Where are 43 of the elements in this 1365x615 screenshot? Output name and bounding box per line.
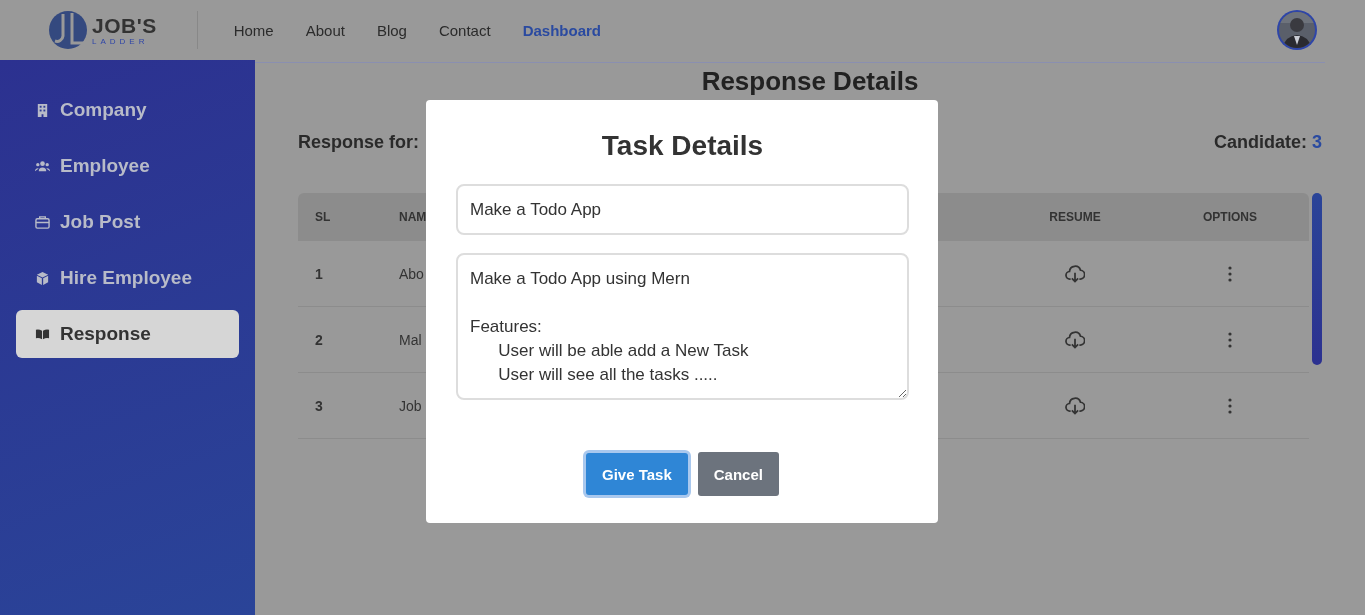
table-cell: Job: [399, 397, 422, 414]
scrollbar[interactable]: [1312, 193, 1322, 365]
table-cell-text: 3: [314, 397, 324, 414]
briefcase-icon: [35, 214, 50, 230]
column-header: SL: [315, 210, 331, 224]
candidate-count: 3: [1312, 132, 1322, 152]
nav-link[interactable]: Home: [233, 21, 274, 39]
more-options-icon[interactable]: [1228, 397, 1232, 414]
nav-link[interactable]: Blog: [376, 21, 407, 39]
table-cell: Mal: [399, 331, 422, 348]
logo-icon: [48, 10, 88, 50]
sidebar-item[interactable]: Job Post: [16, 198, 239, 246]
cloud-download-icon[interactable]: [1065, 329, 1085, 350]
sidebar-item[interactable]: Employee: [16, 142, 239, 190]
cube-icon: [35, 270, 50, 286]
table-cell-text: 1: [314, 265, 324, 282]
cloud-download-icon[interactable]: [1065, 263, 1085, 284]
more-options-icon[interactable]: [1228, 331, 1232, 348]
sidebar-item[interactable]: Company: [16, 86, 239, 134]
dialog-title: Task Details: [600, 130, 765, 162]
sidebar-item[interactable]: Hire Employee: [16, 254, 239, 302]
column-header: NAM: [399, 210, 427, 224]
page-title: Response Details: [700, 66, 920, 98]
nav-link[interactable]: Contact: [438, 21, 491, 39]
candidate-label: Candidate:: [1213, 132, 1307, 152]
logo-subtitle: LADDER: [92, 37, 150, 46]
sidebar-item[interactable]: Response: [16, 310, 239, 358]
people-icon: [35, 158, 50, 174]
table-cell: Abo: [399, 265, 424, 282]
response-for-label: Response for:: [298, 132, 420, 153]
cancel-button[interactable]: Cancel: [697, 452, 779, 496]
cloud-download-icon[interactable]: [1065, 395, 1085, 416]
table-cell-text: 2: [314, 331, 324, 348]
column-header: OPTIONS: [1203, 210, 1257, 224]
logo-title: JOB'S: [92, 14, 157, 36]
nav-link[interactable]: Dashboard: [522, 21, 601, 39]
nav-link[interactable]: About: [305, 21, 345, 39]
column-header: RESUME: [1049, 210, 1101, 224]
task-title-field[interactable]: Make a Todo App: [456, 184, 909, 235]
task-description-field[interactable]: Make a Todo App using Mern Features: User will be able add a New Task User will see all the tasks .....: [456, 253, 909, 400]
more-options-icon[interactable]: [1228, 265, 1232, 282]
building-icon: [35, 102, 50, 118]
give-task-button[interactable]: Give Task: [586, 453, 688, 495]
